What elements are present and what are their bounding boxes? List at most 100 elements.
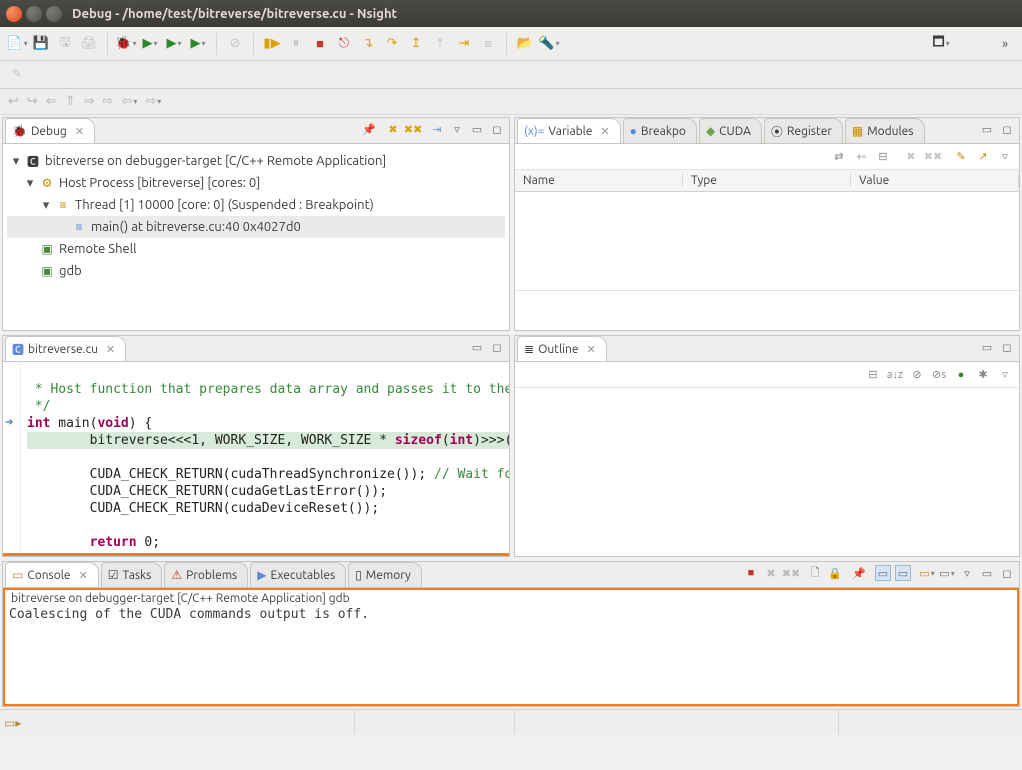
profile-icon[interactable]: ▶ <box>189 35 207 53</box>
filter-icon[interactable]: ✱ <box>975 367 991 383</box>
code-text: bitreverse<<<1, WORK_SIZE, WORK_SIZE * <box>27 433 395 448</box>
window-close-button[interactable] <box>6 6 22 22</box>
add-global-icon[interactable]: +▫ <box>853 149 869 165</box>
tree-thread[interactable]: Thread [1] 10000 [core: 0] (Suspended : … <box>75 198 374 212</box>
tab-cuda[interactable]: ◆CUDA <box>699 118 762 143</box>
minimize-icon[interactable]: ▭ <box>979 121 995 137</box>
skip-breakpoints-icon[interactable]: ⊘ <box>226 35 244 53</box>
new-console-icon[interactable]: ▭ <box>939 565 955 581</box>
tree-remote[interactable]: Remote Shell <box>59 242 137 256</box>
terminate-icon[interactable]: ■ <box>743 565 759 581</box>
debug-tree[interactable]: ▾🅲bitreverse on debugger-target [C/C++ R… <box>3 144 509 330</box>
tab-breakpoints[interactable]: ●Breakpo <box>623 118 697 143</box>
search-icon[interactable]: 🔦 <box>540 35 558 53</box>
tab-variable[interactable]: (x)=Variable✕ <box>517 118 621 143</box>
tab-file[interactable]: 🅲bitreverse.cu✕ <box>5 336 126 361</box>
code-editor[interactable]: ➔ * Host function that prepares data arr… <box>3 362 509 553</box>
back-icon: ↩ <box>8 94 19 109</box>
close-icon[interactable]: ✕ <box>600 125 609 138</box>
tab-modules[interactable]: ▦Modules <box>845 118 925 143</box>
minimize-icon[interactable]: ▭ <box>469 121 485 137</box>
display-selected-icon[interactable]: ▭ <box>875 565 891 581</box>
col-type[interactable]: Type <box>683 174 851 187</box>
hide-fields-icon[interactable]: ⊘ <box>909 367 925 383</box>
console-panel: ▭Console✕ ☑Tasks ⚠Problems ▶Executables … <box>2 561 1020 707</box>
maximize-icon[interactable]: ◻ <box>489 339 505 355</box>
pin-console-icon[interactable]: 📌 <box>851 565 867 581</box>
tab-memory[interactable]: ▯Memory <box>348 562 422 587</box>
instruction-step-icon[interactable]: ≡ <box>479 35 497 53</box>
tree-frame[interactable]: main() at bitreverse.cu:40 0x4027d0 <box>91 220 301 234</box>
clear-icon[interactable]: 🗋 <box>807 565 823 581</box>
tree-gdb[interactable]: gdb <box>59 264 82 278</box>
view-menu-icon[interactable]: ▿ <box>997 149 1013 165</box>
collapse-icon[interactable]: ⊟ <box>875 149 891 165</box>
hide-static-icon[interactable]: ⊘s <box>931 367 947 383</box>
step-filters-icon[interactable]: ⇥ <box>455 35 473 53</box>
scroll-lock-icon[interactable]: 🔒 <box>827 565 843 581</box>
debug-icon[interactable]: 🐞 <box>117 35 135 53</box>
tab-tasks[interactable]: ☑Tasks <box>101 562 163 587</box>
tab-debug[interactable]: 🐞 Debug ✕ <box>5 118 95 143</box>
tab-executables[interactable]: ▶Executables <box>250 562 346 587</box>
col-name[interactable]: Name <box>515 174 683 187</box>
close-icon[interactable]: ✕ <box>106 343 115 356</box>
overflow-icon[interactable]: » <box>996 35 1014 53</box>
sort-icon[interactable]: ⊟ <box>865 367 881 383</box>
minimize-icon[interactable]: ▭ <box>979 565 995 581</box>
maximize-icon[interactable]: ◻ <box>999 565 1015 581</box>
show-type-icon[interactable]: ⇄ <box>831 149 847 165</box>
close-icon[interactable]: ✕ <box>75 125 84 138</box>
az-icon[interactable]: a↓z <box>887 367 903 383</box>
show-console-icon[interactable]: ▭ <box>895 565 911 581</box>
code-line: */ <box>27 399 50 414</box>
view-menu-icon[interactable]: ▿ <box>959 565 975 581</box>
close-icon[interactable]: ✕ <box>586 343 595 356</box>
step-mode-icon[interactable]: ⇥ <box>429 121 445 137</box>
register-icon: ⦿ <box>771 123 783 140</box>
run-last-icon[interactable]: ▶ <box>165 35 183 53</box>
tree-host[interactable]: Host Process [bitreverse] [cores: 0] <box>59 176 260 190</box>
instruction-pointer-icon: ➔ <box>5 416 13 428</box>
window-minimize-button[interactable] <box>26 6 42 22</box>
variables-body[interactable] <box>515 192 1019 290</box>
remove-launch-icon: ✖ <box>763 565 779 581</box>
minimize-icon[interactable]: ▭ <box>979 339 995 355</box>
outline-body[interactable] <box>515 388 1019 556</box>
run-icon[interactable]: ▶ <box>141 35 159 53</box>
col-value[interactable]: Value <box>851 174 1019 187</box>
terminate-icon[interactable]: ■ <box>311 35 329 53</box>
tree-app[interactable]: bitreverse on debugger-target [C/C++ Rem… <box>45 154 386 168</box>
view-menu-icon[interactable]: ▿ <box>449 121 465 137</box>
variables-header: Name Type Value <box>515 170 1019 192</box>
tab-problems[interactable]: ⚠Problems <box>164 562 248 587</box>
new-icon[interactable]: 📄 <box>8 35 26 53</box>
status-console-icon[interactable]: ▭▸ <box>4 717 21 730</box>
new-watch-icon[interactable]: ✎ <box>953 149 969 165</box>
close-icon[interactable]: ✕ <box>79 569 88 582</box>
maximize-icon[interactable]: ◻ <box>999 339 1015 355</box>
step-over-icon[interactable]: ↷ <box>383 35 401 53</box>
tab-console[interactable]: ▭Console✕ <box>5 562 99 587</box>
resume-icon[interactable]: ▮▶ <box>263 35 281 53</box>
disconnect-icon[interactable]: ⎋ <box>335 35 353 53</box>
remove-launch-icon[interactable]: ✖ <box>385 121 401 137</box>
public-icon[interactable]: ● <box>953 367 969 383</box>
step-return-icon[interactable]: ↥ <box>407 35 425 53</box>
variables-toolbar: ⇄ +▫ ⊟ ✖ ✖✖ ✎ ↗ ▿ <box>515 144 1019 170</box>
open-new-icon[interactable]: ↗ <box>975 149 991 165</box>
minimize-icon[interactable]: ▭ <box>469 339 485 355</box>
maximize-icon[interactable]: ◻ <box>999 121 1015 137</box>
console-output[interactable]: Coalescing of the CUDA commands output i… <box>9 607 1013 622</box>
remove-all-icon[interactable]: ✖✖ <box>405 121 421 137</box>
open-console-icon[interactable]: ▭ <box>919 565 935 581</box>
view-menu-icon[interactable]: ▿ <box>997 367 1013 383</box>
perspective-icon[interactable]: 🗖 <box>932 35 950 53</box>
step-into-icon[interactable]: ↴ <box>359 35 377 53</box>
tab-outline[interactable]: ≣Outline✕ <box>517 336 607 361</box>
maximize-icon[interactable]: ◻ <box>489 121 505 137</box>
open-type-icon[interactable]: 📂 <box>516 35 534 53</box>
tab-register[interactable]: ⦿Register <box>764 118 843 143</box>
window-maximize-button[interactable] <box>46 6 62 22</box>
pin-icon[interactable]: 📌 <box>361 121 377 137</box>
